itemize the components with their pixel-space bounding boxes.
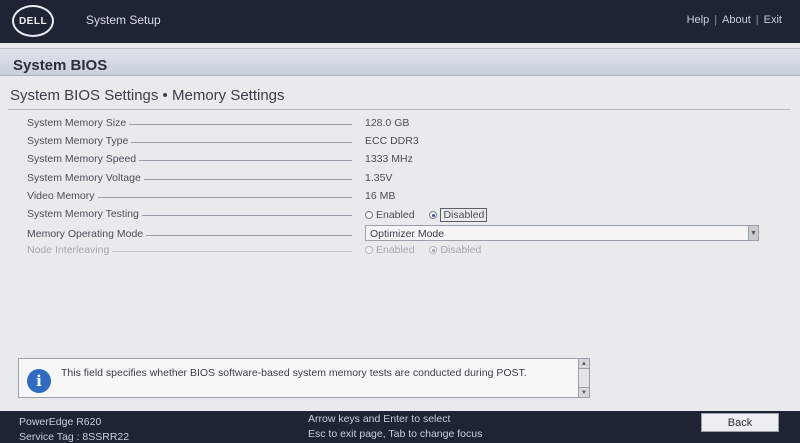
memory-testing-radio-group: Enabled Disabled xyxy=(365,208,499,222)
setting-row-video-memory: Video Memory 16 MB xyxy=(27,189,767,205)
setting-row-memory-testing: System Memory Testing Enabled Disabled xyxy=(27,207,767,223)
radio-label: Disabled xyxy=(440,208,488,222)
scroll-down-icon[interactable]: ▼ xyxy=(579,387,589,397)
dropdown-arrow-icon[interactable]: ▼ xyxy=(748,226,758,240)
setting-row-operating-mode: Memory Operating Mode Optimizer Mode ▼ xyxy=(27,225,767,243)
section-title: System BIOS xyxy=(0,48,800,76)
radio-dot xyxy=(365,246,373,254)
top-links: Help | About | Exit xyxy=(687,14,782,26)
setting-row-node-interleaving: Node Interleaving Enabled Disabled xyxy=(27,243,767,259)
exit-link[interactable]: Exit xyxy=(764,14,782,26)
setting-value: ECC DDR3 xyxy=(365,135,419,147)
memory-testing-disabled-radio[interactable]: Disabled xyxy=(429,208,488,222)
setting-row-memory-size: System Memory Size 128.0 GB xyxy=(27,116,767,132)
page-subtitle: System BIOS Settings • Memory Settings xyxy=(10,87,285,104)
setting-value: 1333 MHz xyxy=(365,153,413,165)
setting-row-memory-speed: System Memory Speed 1333 MHz xyxy=(27,152,767,168)
setting-row-memory-voltage: System Memory Voltage 1.35V xyxy=(27,171,767,187)
setting-label: System Memory Testing xyxy=(27,208,142,220)
key-hint: Esc to exit page, Tab to change focus xyxy=(308,428,483,440)
setting-row-memory-type: System Memory Type ECC DDR3 xyxy=(27,134,767,150)
app-title: System Setup xyxy=(86,13,161,27)
select-value: Optimizer Mode xyxy=(370,228,445,240)
about-link[interactable]: About xyxy=(722,14,751,26)
help-scrollbar[interactable]: ▲ ▼ xyxy=(578,359,589,397)
node-interleaving-enabled-radio: Enabled xyxy=(365,244,415,256)
link-separator: | xyxy=(755,14,759,26)
setting-label: System Memory Size xyxy=(27,117,130,129)
main-content: System BIOS System BIOS Settings • Memor… xyxy=(0,43,800,411)
footer-bar: PowerEdge R620 Service Tag : 8SSRR22 Arr… xyxy=(0,411,800,443)
setting-value: 16 MB xyxy=(365,190,396,202)
key-hint: Arrow keys and Enter to select xyxy=(308,413,451,425)
node-interleaving-disabled-radio: Disabled xyxy=(429,244,481,256)
scroll-up-icon[interactable]: ▲ xyxy=(579,359,589,369)
radio-label: Enabled xyxy=(376,209,415,221)
help-panel: i This field specifies whether BIOS soft… xyxy=(18,358,590,398)
node-interleaving-radio-group: Enabled Disabled xyxy=(365,244,493,257)
setting-value: 128.0 GB xyxy=(365,117,410,129)
help-text: This field specifies whether BIOS softwa… xyxy=(61,367,527,379)
info-icon: i xyxy=(27,369,51,393)
operating-mode-select[interactable]: Optimizer Mode ▼ xyxy=(365,225,759,241)
dell-logo: DELL xyxy=(12,5,54,37)
service-tag: Service Tag : 8SSRR22 xyxy=(19,431,130,443)
divider xyxy=(8,109,790,110)
top-bar: DELL System Setup Help | About | Exit xyxy=(0,0,800,43)
radio-label: Enabled xyxy=(376,244,415,256)
back-button[interactable]: Back xyxy=(701,413,779,432)
link-separator: | xyxy=(714,14,718,26)
system-model: PowerEdge R620 xyxy=(19,416,102,428)
radio-dot xyxy=(429,246,438,254)
radio-dot[interactable] xyxy=(429,211,438,219)
radio-dot[interactable] xyxy=(365,211,373,219)
setting-label: Video Memory xyxy=(27,190,98,202)
setting-label: System Memory Speed xyxy=(27,153,140,165)
setting-label: Memory Operating Mode xyxy=(27,228,147,240)
radio-label: Disabled xyxy=(440,244,482,256)
help-link[interactable]: Help xyxy=(687,14,710,26)
setting-label: System Memory Voltage xyxy=(27,172,144,184)
setting-value: 1.35V xyxy=(365,172,393,184)
memory-testing-enabled-radio[interactable]: Enabled xyxy=(365,209,415,221)
setting-label: System Memory Type xyxy=(27,135,132,147)
setting-label: Node Interleaving xyxy=(27,244,113,256)
